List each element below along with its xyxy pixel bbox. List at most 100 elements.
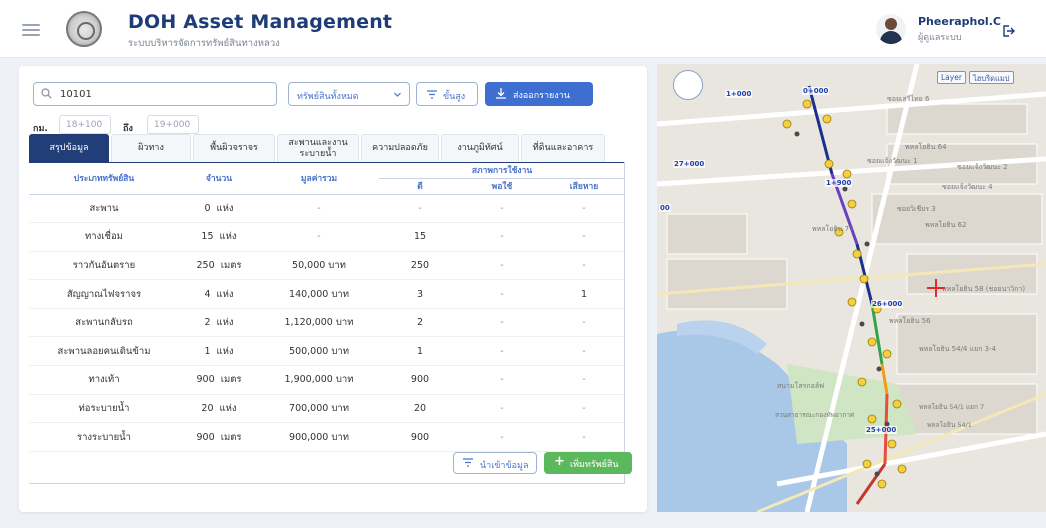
km-marker[interactable]: 26+000 xyxy=(871,300,904,308)
fair-cell: - xyxy=(461,194,543,224)
km-marker[interactable]: 25+000 xyxy=(865,426,898,434)
damaged-cell: - xyxy=(543,336,625,367)
km-to-label: ถึง xyxy=(123,124,133,134)
damaged-cell: - xyxy=(543,308,625,338)
asset-type-cell: ราวกันอันตราย xyxy=(29,251,179,281)
import-data-button[interactable]: นำเข้าข้อมูล xyxy=(453,452,537,474)
quantity-value: 0 xyxy=(204,202,211,214)
table-row[interactable]: ทางเท้า 900 เมตร 1,900,000 บาท 900 - - xyxy=(29,365,625,395)
add-asset-label: เพิ่มทรัพย์สิน xyxy=(570,460,619,470)
km-marker[interactable]: 0+000 xyxy=(802,87,830,95)
tab-safety[interactable]: ความปลอดภัย xyxy=(361,134,439,162)
quantity-unit: แห่ง xyxy=(216,345,234,357)
advanced-search-label: ขั้นสูง xyxy=(443,92,466,102)
col-fair: พอใช้ xyxy=(461,178,543,195)
good-cell: 20 xyxy=(379,394,461,424)
menu-icon[interactable] xyxy=(22,24,40,36)
table-row[interactable]: รางระบายน้ำ 900 เมตร 900,000 บาท 900 - - xyxy=(29,422,625,452)
street-label: พหลโยธิน 56 xyxy=(889,317,931,325)
tab-bridges-drainage[interactable]: สะพานและงานระบายน้ำ xyxy=(277,134,359,162)
km-marker[interactable]: 1+000 xyxy=(725,90,753,98)
basemap-button[interactable]: ไฮบริดแมป xyxy=(969,71,1014,84)
tab-landscape[interactable]: งานภูมิทัศน์ xyxy=(441,134,519,162)
damaged-cell: - xyxy=(543,365,625,395)
quantity-cell: 900 เมตร xyxy=(179,365,259,395)
value-cell: 140,000 บาท xyxy=(259,279,379,309)
km-marker[interactable]: 27+000 xyxy=(673,160,706,168)
street-label: ซอยแจ้งวัฒนะ 2 xyxy=(957,163,1008,171)
advanced-search-button[interactable]: ขั้นสูง xyxy=(416,82,478,106)
tab-land-buildings[interactable]: ที่ดินและอาคาร xyxy=(521,134,605,162)
quantity-cell: 20 แห่ง xyxy=(179,394,259,424)
good-cell: 15 xyxy=(379,222,461,252)
table-row[interactable]: สะพานลอยคนเดินข้าม 1 แห่ง 500,000 บาท 1 … xyxy=(29,336,625,367)
table-row[interactable]: ท่อระบายน้ำ 20 แห่ง 700,000 บาท 20 - - xyxy=(29,394,625,424)
asset-type-select[interactable]: ทรัพย์สินทั้งหมด xyxy=(288,82,410,106)
layer-button[interactable]: Layer xyxy=(937,71,966,84)
asset-type-select-value: ทรัพย์สินทั้งหมด xyxy=(297,92,359,102)
quantity-value: 250 xyxy=(196,259,215,271)
fair-cell: - xyxy=(461,251,543,281)
map-pan-control[interactable] xyxy=(673,70,703,100)
search-icon xyxy=(41,88,52,99)
asset-summary-table: ประเภททรัพย์สิน จำนวน มูลค่ารวม สภาพการใ… xyxy=(29,162,625,452)
plus-icon: + xyxy=(554,454,565,469)
table-row[interactable]: ราวกันอันตราย 250 เมตร 50,000 บาท 250 - … xyxy=(29,251,625,281)
value-cell: 1,900,000 บาท xyxy=(259,365,379,395)
asset-type-cell: ท่อระบายน้ำ xyxy=(29,394,179,424)
fair-cell: - xyxy=(461,394,543,424)
app-header: DOH Asset Management ระบบบริหารจัดการทรั… xyxy=(0,0,1046,58)
good-cell: 1 xyxy=(379,336,461,367)
tab-traffic-surface[interactable]: พื้นผิวจราจร xyxy=(193,134,275,162)
chevron-down-icon xyxy=(394,92,401,97)
km-marker[interactable]: 00 xyxy=(659,204,671,212)
km-marker[interactable]: 1+900 xyxy=(825,179,853,187)
value-cell: 1,120,000 บาท xyxy=(259,308,379,338)
asset-type-cell: สะพาน xyxy=(29,194,179,224)
quantity-unit: แห่ง xyxy=(219,231,237,243)
download-icon xyxy=(496,88,506,99)
park-label: สวนสาธารณะกองทัพอากาศ xyxy=(775,411,855,419)
value-cell: 500,000 บาท xyxy=(259,336,379,367)
good-cell: 900 xyxy=(379,365,461,395)
street-label: ซอยวิเชียร 3 xyxy=(897,205,936,213)
logout-icon[interactable] xyxy=(1001,24,1015,38)
damaged-cell: - xyxy=(543,222,625,252)
tab-pavement[interactable]: ผิวทาง xyxy=(111,134,191,162)
doh-logo xyxy=(66,11,102,47)
km-from-label: กม. xyxy=(33,124,48,134)
quantity-value: 15 xyxy=(201,231,214,243)
fair-cell: - xyxy=(461,222,543,252)
import-data-label: นำเข้าข้อมูล xyxy=(480,461,529,471)
good-cell: 2 xyxy=(379,308,461,338)
quantity-value: 1 xyxy=(204,345,211,357)
km-to-input[interactable] xyxy=(147,115,199,134)
import-icon xyxy=(463,458,473,467)
table-row[interactable]: ทางเชื่อม 15 แห่ง - 15 - - xyxy=(29,222,625,252)
table-row[interactable]: สัญญาณไฟจราจร 4 แห่ง 140,000 บาท 3 - 1 xyxy=(29,279,625,309)
avatar[interactable] xyxy=(876,14,906,44)
damaged-cell: 1 xyxy=(543,279,625,309)
app-title: DOH Asset Management xyxy=(128,11,393,33)
tab-summary[interactable]: สรุปข้อมูล xyxy=(29,134,109,162)
value-cell: 900,000 บาท xyxy=(259,422,379,452)
quantity-unit: แห่ง xyxy=(219,402,237,414)
asset-type-cell: สะพานกลับรถ xyxy=(29,308,179,338)
search-field[interactable] xyxy=(33,82,277,106)
tab-bar: สรุปข้อมูล ผิวทาง พื้นผิวจราจร สะพานและง… xyxy=(29,134,641,162)
export-report-button[interactable]: ส่งออกรายงาน xyxy=(485,82,593,106)
asset-map[interactable]: Layer ไฮบริดแมป 1+000 0+000 27+000 1+900… xyxy=(657,64,1046,512)
km-from-input[interactable] xyxy=(59,115,111,134)
table-row[interactable]: สะพานกลับรถ 2 แห่ง 1,120,000 บาท 2 - - xyxy=(29,308,625,338)
col-condition-group: สภาพการใช้งาน xyxy=(379,162,625,179)
search-input[interactable] xyxy=(60,86,270,102)
quantity-cell: 4 แห่ง xyxy=(179,279,259,309)
park-label: สนามโสรกอล์ฟ xyxy=(777,382,825,390)
table-row[interactable]: สะพาน 0 แห่ง - - - - xyxy=(29,194,625,224)
col-quantity: จำนวน xyxy=(179,162,259,195)
filter-icon xyxy=(427,90,437,99)
add-asset-button[interactable]: + เพิ่มทรัพย์สิน xyxy=(544,452,632,474)
quantity-cell: 0 แห่ง xyxy=(179,194,259,224)
user-name: Pheeraphol.C xyxy=(918,15,1001,28)
good-cell: 900 xyxy=(379,422,461,452)
